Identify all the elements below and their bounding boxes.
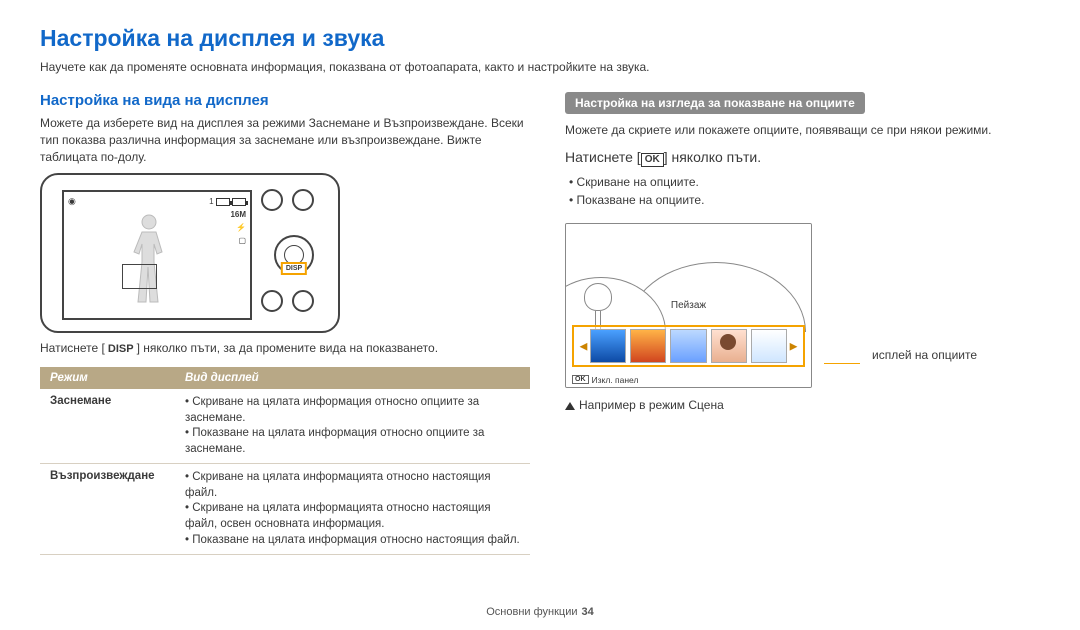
thumbnail (670, 329, 706, 363)
diagram-caption: Натиснете [DISP] няколко пъти, за да про… (40, 341, 530, 355)
camera-button (292, 290, 314, 312)
triangle-up-icon (565, 402, 575, 410)
display-type-table: Режим Вид дисплей Заснемане Скриване на … (40, 367, 530, 555)
thumbnail (590, 329, 626, 363)
ok-button-label: OK (641, 153, 664, 167)
scene-label: Пейзаж (665, 299, 712, 312)
battery-icon (232, 198, 246, 206)
thumbnail (751, 329, 787, 363)
table-header-type: Вид дисплей (175, 367, 530, 389)
flash-icon: ⚡ (209, 222, 246, 235)
press-instruction: Натиснете [OK] няколко пъти. (565, 149, 1040, 167)
list-item: Скриване на цялата информацията относно … (185, 501, 520, 532)
lcd-resolution: 16M (209, 209, 246, 222)
thumbnail (630, 329, 666, 363)
ok-mini-icon: OK (572, 375, 589, 384)
disp-callout: DISP (281, 262, 307, 275)
rec-dot-icon: ◉ (68, 196, 76, 207)
section-heading: Настройка на вида на дисплея (40, 92, 530, 109)
example-text: Например в режим Сцена (565, 398, 1040, 412)
camera-diagram: ◉ 1 16M ⚡ ▢ DISP (40, 173, 340, 333)
lcd-counter: 1 (209, 197, 213, 206)
scene-preview: SCN 1 16M Пейзаж ◄ (565, 223, 812, 388)
subsection-badge: Настройка на изгледа за показване на опц… (565, 92, 865, 114)
page-number: 34 (582, 606, 594, 618)
focus-box-icon (122, 264, 157, 289)
camera-button (292, 189, 314, 211)
table-row: Възпроизвеждане Скриване на цялата инфор… (40, 464, 530, 555)
list-item: Показване на опциите. (569, 191, 1040, 209)
list-item: Скриване на опциите. (569, 173, 1040, 191)
table-row: Заснемане Скриване на цялата информация … (40, 389, 530, 464)
thumbnail (711, 329, 747, 363)
page-title: Настройка на дисплея и звука (40, 25, 1040, 52)
list-item: Скриване на цялата информацията относно … (185, 470, 520, 501)
callout-leader-line (824, 363, 860, 364)
table-mode-cell: Заснемане (40, 389, 175, 464)
tree-icon (584, 283, 612, 329)
battery-icon (216, 198, 230, 206)
camera-lcd: ◉ 1 16M ⚡ ▢ (62, 190, 252, 320)
panel-off-label: Изкл. панел (592, 375, 639, 385)
chevron-left-icon: ◄ (577, 338, 590, 353)
mode-icon-af: ▢ (209, 235, 246, 248)
camera-button (261, 290, 283, 312)
section-paragraph: Можете да изберете вид на дисплея за реж… (40, 115, 530, 165)
list-item: Показване на цялата информация относно о… (185, 426, 520, 457)
intro-text: Научете как да променяте основната инфор… (40, 60, 1040, 74)
subsection-paragraph: Можете да скриете или покажете опциите, … (565, 122, 1040, 139)
table-header-mode: Режим (40, 367, 175, 389)
chevron-right-icon: ► (787, 338, 800, 353)
list-item: Показване на цялата информация относно н… (185, 533, 520, 549)
left-column: Настройка на вида на дисплея Можете да и… (40, 92, 530, 555)
right-column: Настройка на изгледа за показване на опц… (565, 92, 1040, 555)
callout-label: исплей на опциите (872, 348, 977, 362)
list-item: Скриване на цялата информация относно оп… (185, 395, 520, 426)
camera-dpad: DISP (274, 235, 314, 275)
subject-silhouette (129, 212, 169, 307)
table-mode-cell: Възпроизвеждане (40, 464, 175, 555)
option-carousel: ◄ ► (572, 325, 805, 367)
disp-button-label: DISP (105, 343, 137, 355)
camera-button (261, 189, 283, 211)
page-footer: Основни функции34 (0, 606, 1080, 618)
